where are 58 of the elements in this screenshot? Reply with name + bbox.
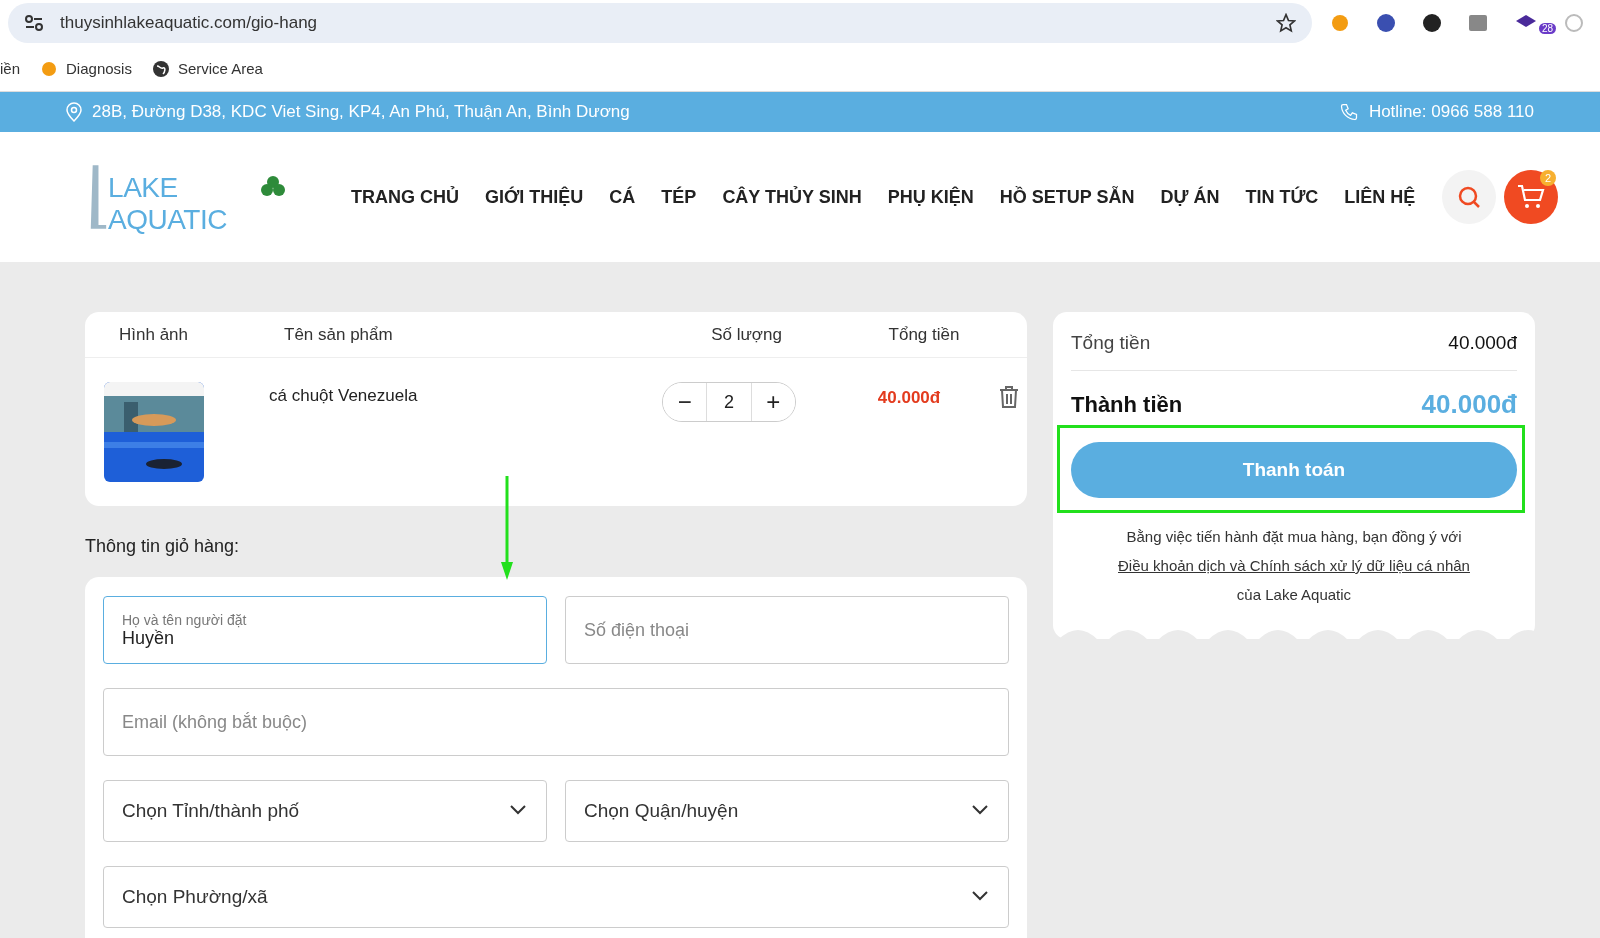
url-text: thuysinhlakeaquatic.com/gio-hang	[60, 13, 319, 33]
chevron-down-icon	[972, 891, 988, 901]
column-header: Hình ảnh	[119, 324, 189, 345]
site-settings-icon[interactable]	[24, 15, 44, 31]
total-value: 40.000đ	[1421, 389, 1517, 420]
chevron-down-icon	[510, 805, 526, 815]
store-address: 28B, Đường D38, KDC Viet Sing, KP4, An Phú, Thuận An, Bình Dương	[92, 102, 630, 122]
field-label: Họ và tên người đặt	[122, 611, 248, 628]
nav-link[interactable]: PHỤ KIỆN	[887, 186, 974, 208]
consent-note: Bằng việc tiến hành đặt mua hàng, bạn đồng ý với	[1126, 527, 1462, 547]
bookmark[interactable]: Service Area	[151, 59, 263, 78]
dropdown[interactable]: Chọn Phường/xã	[103, 866, 1009, 928]
extension-icon[interactable]	[1376, 13, 1396, 33]
phone-icon	[1338, 102, 1359, 122]
section-title: Thông tin giỏ hàng:	[85, 536, 241, 557]
star-icon[interactable]	[1276, 13, 1296, 33]
nav-link[interactable]: LIÊN HỆ	[1344, 186, 1416, 208]
bookmark[interactable]: iền	[0, 60, 21, 77]
subtotal-value: 40.000đ	[1448, 332, 1517, 354]
text-input[interactable]: Email (không bắt buộc)	[122, 711, 990, 733]
text-field[interactable]: Email (không bắt buộc)	[103, 688, 1009, 756]
location-pin-icon	[66, 102, 82, 122]
address-bar[interactable]: thuysinhlakeaquatic.com/gio-hang	[8, 3, 1312, 43]
nav-link[interactable]: CÂY THỦY SINH	[722, 186, 862, 208]
total-label: Thành tiền	[1071, 391, 1183, 418]
dropdown[interactable]: Chọn Tỉnh/thành phố	[103, 780, 547, 842]
nav-link[interactable]: TRANG CHỦ	[351, 186, 459, 208]
text-input[interactable]: Huyền	[122, 627, 528, 649]
globe-icon	[151, 59, 170, 78]
terms-link[interactable]: Điều khoản dịch và Chính sách xử lý dữ liệu cá nhân	[1118, 551, 1470, 580]
column-header: Số lượng	[710, 324, 783, 345]
text-field[interactable]: Họ và tên người đặt Huyền	[103, 596, 547, 664]
hotline: Hotline: 0966 588 110	[1368, 102, 1534, 122]
cart-icon	[1517, 184, 1545, 210]
nav-link[interactable]: TIN TỨC	[1245, 186, 1319, 208]
nav-link[interactable]: HỒ SETUP SẴN	[999, 186, 1135, 208]
quantity-value: 2	[706, 383, 752, 421]
nav-link[interactable]: DỰ ÁN	[1160, 186, 1220, 208]
text-input[interactable]: Số điện thoại	[584, 619, 990, 641]
column-header: Tên sản phẩm	[284, 324, 394, 345]
search-icon	[1457, 185, 1481, 209]
nav-link[interactable]: CÁ	[609, 186, 636, 208]
trash-icon[interactable]	[999, 386, 1019, 408]
chevron-down-icon	[972, 805, 988, 815]
subtotal-label: Tổng tiền	[1071, 332, 1151, 354]
bookmark[interactable]: Diagnosis	[40, 59, 132, 78]
text-field[interactable]: Số điện thoại	[565, 596, 1009, 664]
product-total: 40.000đ	[876, 387, 942, 408]
bookmark-icon	[40, 59, 59, 78]
dropdown[interactable]: Chọn Quận/huyện	[565, 780, 1009, 842]
product-name: cá chuột Venezuela	[269, 385, 419, 406]
extension-badge: 28	[1538, 23, 1556, 34]
column-header: Tổng tiền	[887, 324, 961, 345]
extension-icon[interactable]	[1422, 13, 1442, 33]
consent-note: của Lake Aquatic	[1236, 585, 1352, 605]
nav-link[interactable]: TÉP	[661, 186, 697, 208]
cart-count: 2	[1540, 170, 1556, 186]
nav-link[interactable]: GIỚI THIỆU	[485, 186, 584, 208]
